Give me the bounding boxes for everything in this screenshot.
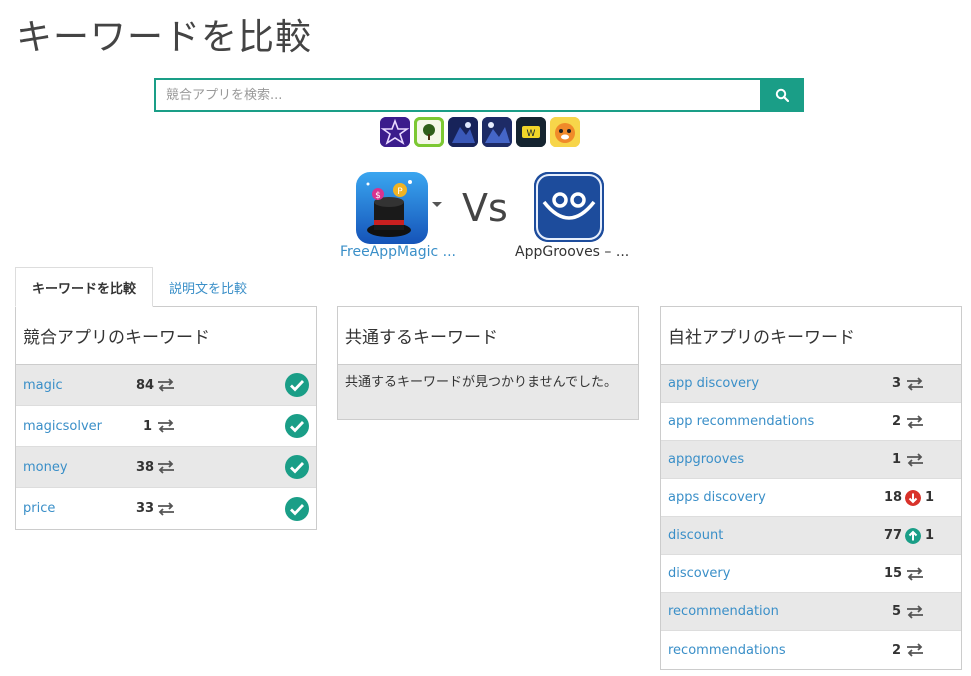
- keyword-link[interactable]: price: [23, 501, 55, 516]
- keyword-rank: 5: [892, 604, 902, 619]
- table-row: discovery 15: [661, 555, 961, 593]
- keyword-link[interactable]: discovery: [668, 566, 730, 581]
- tab-compare-descriptions[interactable]: 説明文を比較: [153, 267, 263, 307]
- competitor-dropdown-caret-icon[interactable]: [432, 202, 442, 207]
- video-app-icon[interactable]: W: [516, 117, 546, 147]
- check-circle-icon: [285, 414, 309, 438]
- page-title: キーワードを比較: [16, 17, 313, 58]
- competitor-app-name[interactable]: FreeAppMagic ...: [340, 244, 460, 260]
- tab-compare-keywords[interactable]: キーワードを比較: [15, 267, 154, 307]
- table-row: recommendations 2: [661, 631, 961, 669]
- tree-app-icon[interactable]: [414, 117, 444, 147]
- suggested-competitors: W: [380, 117, 580, 147]
- table-row: app discovery 3: [661, 365, 961, 403]
- keyword-link[interactable]: app recommendations: [668, 414, 814, 429]
- keyword-rank: 77: [884, 528, 903, 543]
- rank-change: 1: [925, 490, 935, 505]
- competitor-app-icon[interactable]: $ P: [356, 172, 428, 244]
- competitor-keywords-panel: 競合アプリのキーワード magic 84 magicsolver 1 money…: [15, 306, 317, 530]
- competitor-keywords-list: magic 84 magicsolver 1 money 38 price 33: [16, 365, 316, 529]
- tiger-app-icon[interactable]: [550, 117, 580, 147]
- swap-arrows-icon[interactable]: [157, 501, 175, 516]
- night-app-icon-1[interactable]: [448, 117, 478, 147]
- rank-up-icon: [905, 527, 921, 544]
- swap-arrows-icon[interactable]: [157, 378, 175, 392]
- keyword-link[interactable]: app discovery: [668, 376, 759, 391]
- swap-arrows-icon[interactable]: [906, 604, 924, 619]
- check-circle-icon: [285, 373, 309, 397]
- swap-arrows-icon[interactable]: [906, 376, 924, 391]
- table-row: app recommendations 2: [661, 403, 961, 441]
- swap-arrows-icon[interactable]: [157, 419, 175, 433]
- table-row: appgrooves 1: [661, 441, 961, 479]
- svg-text:P: P: [397, 187, 403, 197]
- search-button[interactable]: [760, 78, 804, 112]
- rank-change: 1: [925, 528, 935, 543]
- keyword-rank: 84: [136, 377, 155, 393]
- keyword-link[interactable]: apps discovery: [668, 490, 766, 505]
- swap-arrows-icon[interactable]: [906, 414, 924, 429]
- keyword-rank: 33: [136, 501, 155, 516]
- keyword-rank: 1: [143, 418, 153, 434]
- table-row: apps discovery 18 1: [661, 479, 961, 517]
- svg-text:$: $: [375, 191, 381, 201]
- keyword-rank: 15: [884, 566, 903, 581]
- keyword-rank: 2: [892, 414, 902, 429]
- keyword-link[interactable]: recommendation: [668, 604, 779, 619]
- keyword-rank: 2: [892, 642, 902, 658]
- table-row: money 38: [16, 447, 316, 488]
- swap-arrows-icon[interactable]: [906, 566, 924, 581]
- keyword-link[interactable]: magic: [23, 378, 63, 393]
- keyword-rank: 38: [136, 459, 155, 475]
- table-row: price 33: [16, 488, 316, 529]
- own-keywords-title: 自社アプリのキーワード: [661, 307, 961, 365]
- common-keywords-panel: 共通するキーワード 共通するキーワードが見つかりませんでした。: [337, 306, 639, 420]
- competitor-search-bar: [154, 78, 804, 112]
- keyword-link[interactable]: money: [23, 460, 68, 475]
- comparison-tabs: キーワードを比較 説明文を比較: [15, 267, 263, 307]
- keyword-rank: 18: [884, 490, 903, 505]
- table-row: magicsolver 1: [16, 406, 316, 447]
- swap-arrows-icon[interactable]: [906, 643, 924, 657]
- app-comparison-header: $ P Vs FreeAppMagic ... AppGrooves – ...: [340, 170, 640, 260]
- keyword-rank: 3: [892, 376, 902, 391]
- own-keywords-panel: 自社アプリのキーワード app discovery 3 app recommen…: [660, 306, 962, 670]
- table-row: recommendation 5: [661, 593, 961, 631]
- common-keywords-title: 共通するキーワード: [338, 307, 638, 365]
- table-row: discount 77 1: [661, 517, 961, 555]
- competitor-search-input[interactable]: [154, 78, 760, 112]
- keyword-link[interactable]: recommendations: [668, 643, 786, 658]
- keyword-link[interactable]: appgrooves: [668, 452, 744, 467]
- own-app-icon: [534, 172, 604, 242]
- own-keywords-list: app discovery 3 app recommendations 2 ap…: [661, 365, 961, 669]
- table-row: magic 84: [16, 365, 316, 406]
- check-circle-icon: [285, 496, 309, 521]
- keyword-link[interactable]: magicsolver: [23, 419, 102, 434]
- vs-label: Vs: [462, 186, 508, 230]
- svg-text:W: W: [527, 129, 536, 139]
- no-common-keywords-message: 共通するキーワードが見つかりませんでした。: [338, 365, 638, 419]
- swap-arrows-icon[interactable]: [906, 452, 924, 467]
- keyword-link[interactable]: discount: [668, 528, 723, 543]
- night-app-icon-2[interactable]: [482, 117, 512, 147]
- star-app-icon[interactable]: [380, 117, 410, 147]
- check-circle-icon: [285, 455, 309, 479]
- rank-down-icon: [905, 489, 921, 506]
- swap-arrows-icon[interactable]: [157, 460, 175, 474]
- keyword-rank: 1: [892, 452, 902, 467]
- competitor-keywords-title: 競合アプリのキーワード: [16, 307, 316, 365]
- search-icon: [775, 88, 789, 102]
- own-app-name: AppGrooves – ...: [515, 244, 630, 260]
